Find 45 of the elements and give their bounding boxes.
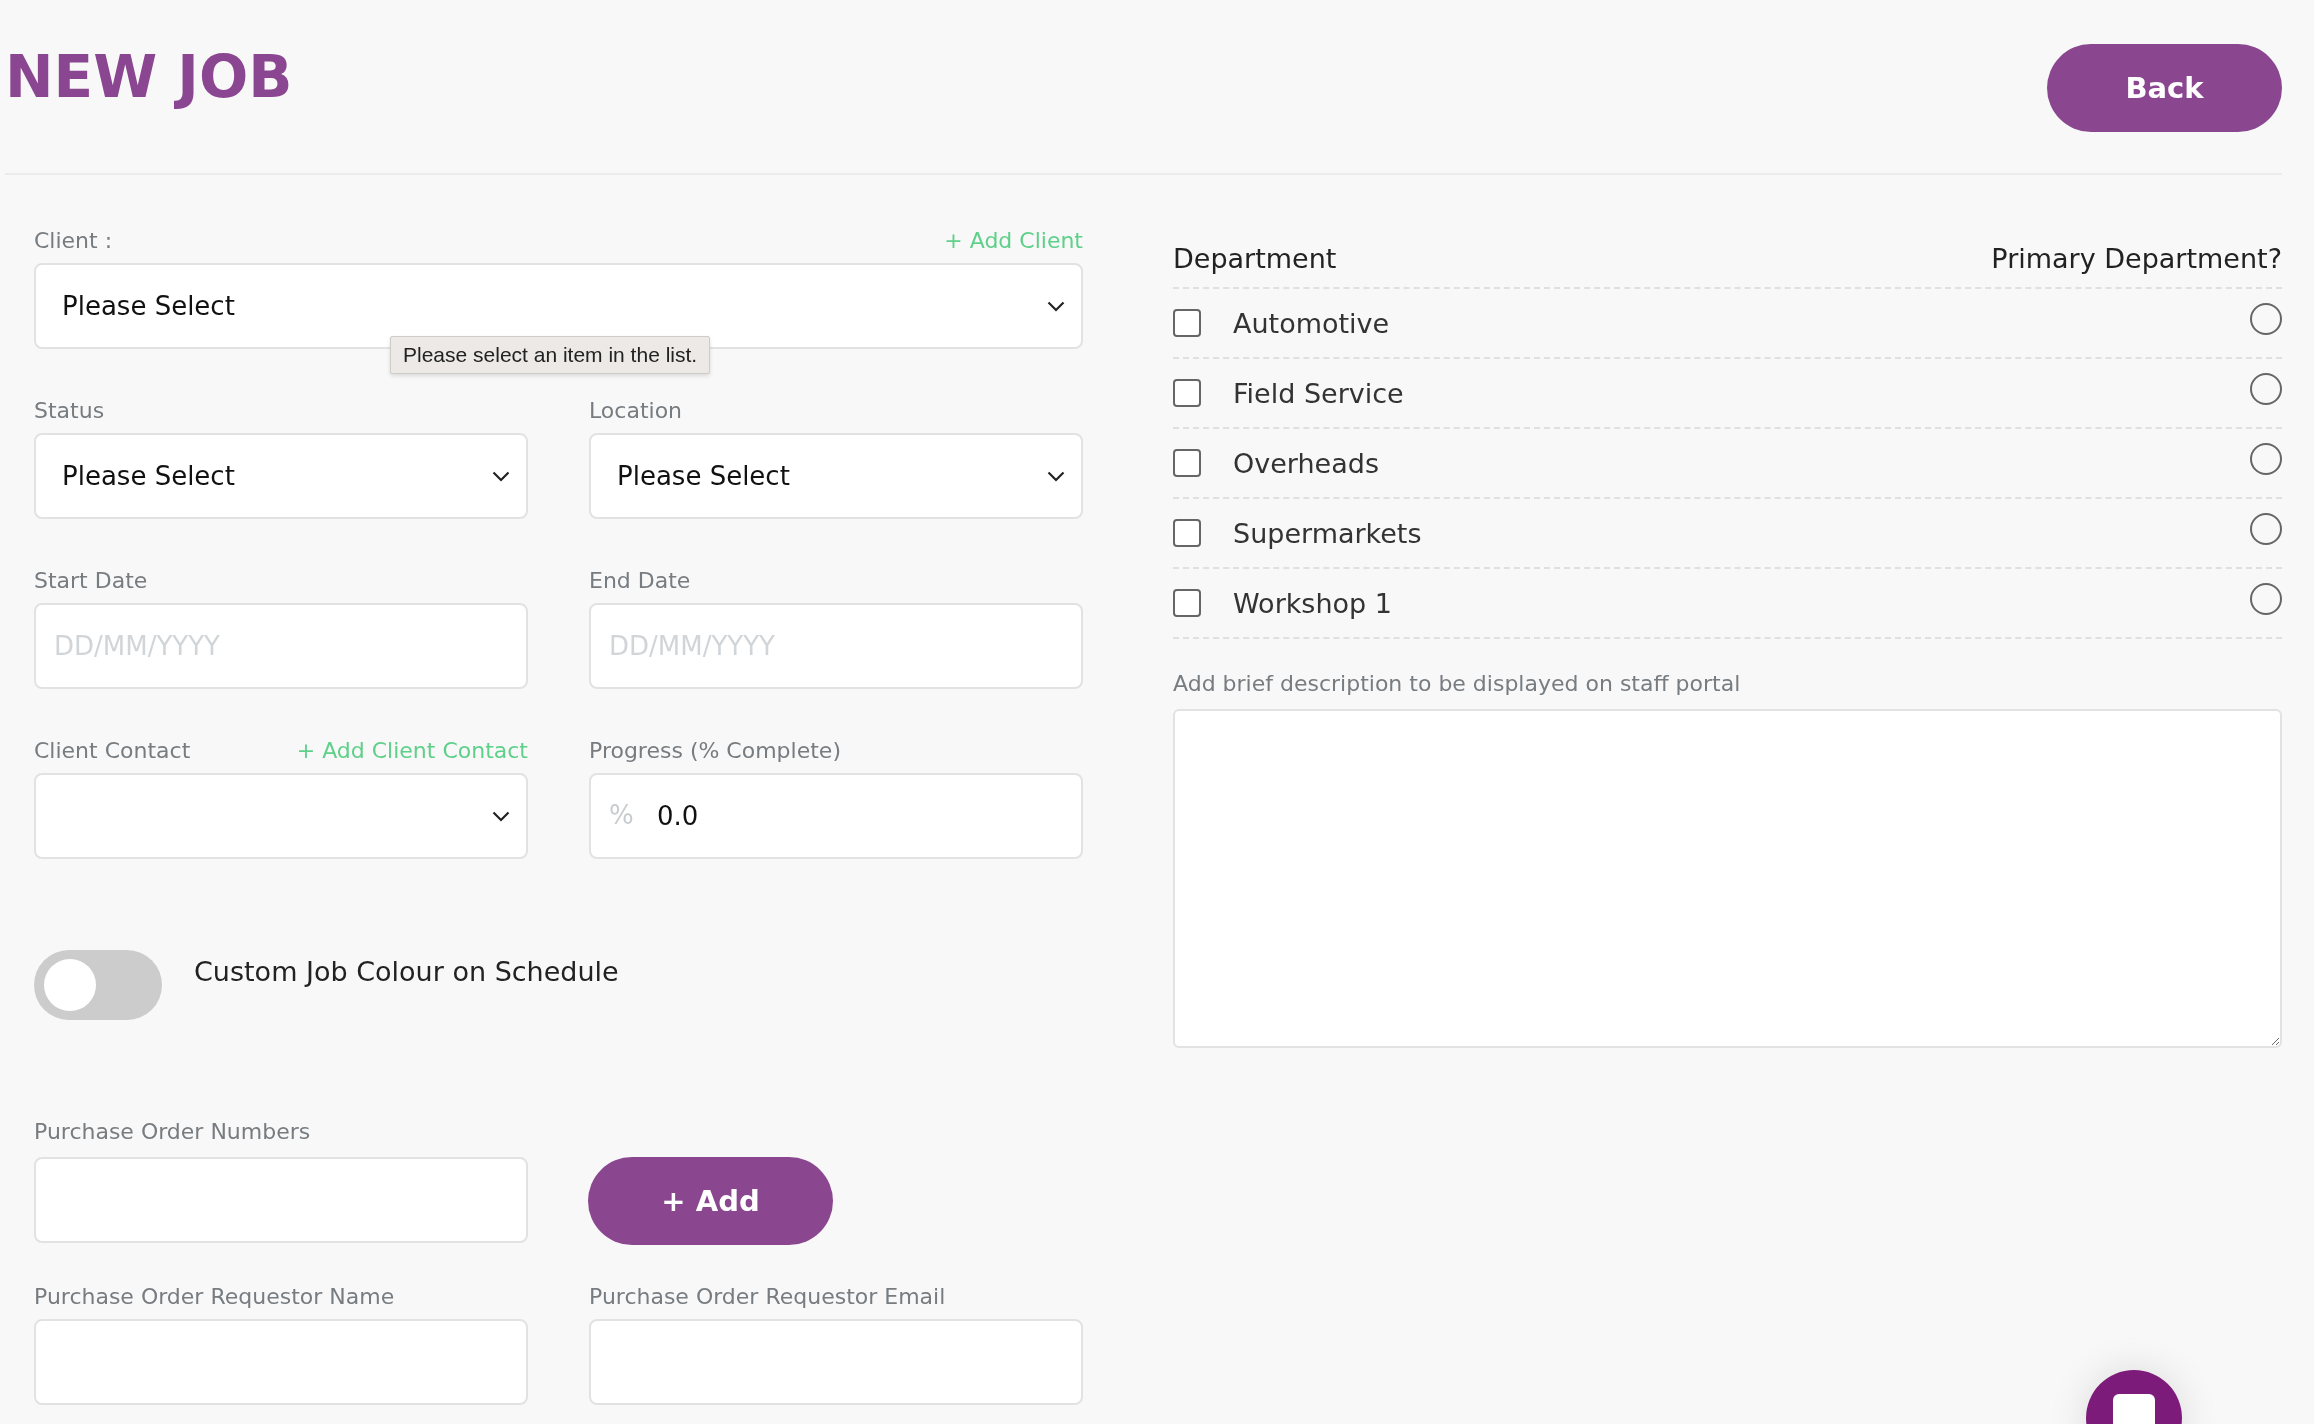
checkbox[interactable] [1173, 589, 1201, 617]
department-name: Overheads [1233, 447, 1380, 479]
field-label: Start Date [34, 567, 148, 593]
email-field[interactable] [589, 1319, 1083, 1405]
radio-button[interactable] [2250, 303, 2282, 335]
department-name: Field Service [1233, 377, 1405, 409]
status-select[interactable]: Please Select [34, 433, 528, 519]
radio-button[interactable] [2250, 443, 2282, 475]
department-name: Workshop 1 [1233, 587, 1393, 619]
field-label: Add brief description to be displayed on staff portal [1173, 671, 1742, 698]
add-button[interactable]: + Add [588, 1157, 833, 1245]
column-header: Primary Department? [1991, 242, 2282, 274]
column-header: Department [1173, 242, 1337, 274]
checkbox[interactable] [1173, 519, 1201, 547]
percent-sign: % [609, 799, 634, 831]
back-button[interactable]: Back [2047, 44, 2282, 132]
checkbox[interactable] [1173, 379, 1201, 407]
text-field[interactable] [34, 1319, 528, 1405]
checkbox[interactable] [1173, 309, 1201, 337]
po-number-field[interactable] [34, 1157, 528, 1243]
department-name: Automotive [1233, 307, 1391, 339]
radio-button[interactable] [2250, 583, 2282, 615]
checkbox[interactable] [1173, 449, 1201, 477]
chevron-icon [1047, 470, 1065, 482]
tooltip: Please select an item in the list. [390, 336, 711, 374]
field-label: Client : [34, 227, 113, 253]
field-label: Progress (% Complete) [589, 737, 841, 763]
department-name: Supermarkets [1233, 517, 1423, 549]
chevron-icon [492, 810, 510, 822]
page-title: NEW JOB [5, 44, 293, 110]
field-label: Purchase Order Requestor Email [589, 1283, 946, 1309]
radio-button[interactable] [2250, 513, 2282, 545]
field-label: End Date [589, 567, 691, 593]
field-label: Purchase Order Numbers [34, 1119, 312, 1146]
location-select[interactable]: Please Select [589, 433, 1083, 519]
chevron-icon [492, 470, 510, 482]
description-field[interactable] [1173, 709, 2282, 1048]
field-label: Purchase Order Requestor Name [34, 1283, 395, 1309]
field-label: Location [589, 397, 683, 423]
field-label: Status [34, 397, 105, 423]
field-label: Client Contact [34, 737, 191, 763]
chevron-icon [1047, 300, 1065, 312]
radio-button[interactable] [2250, 373, 2282, 405]
chat-icon [2113, 1394, 2155, 1424]
toggle-label: Custom Job Colour on Schedule [194, 956, 619, 987]
